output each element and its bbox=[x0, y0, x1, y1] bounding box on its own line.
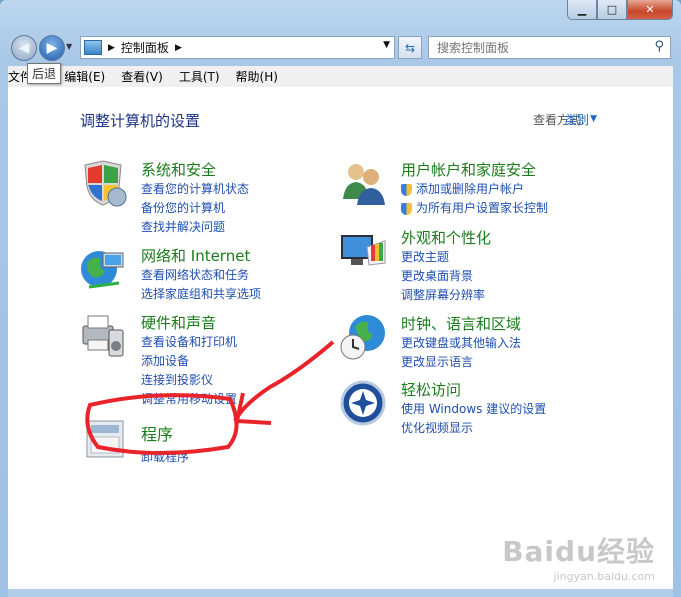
red-annotation bbox=[85, 340, 335, 455]
breadcrumb-arrow-icon[interactable]: ▶ bbox=[175, 43, 182, 53]
back-button[interactable]: ◀ bbox=[11, 35, 37, 61]
maximize-button[interactable]: □ bbox=[597, 0, 627, 20]
menu-edit[interactable]: 编辑(E) bbox=[64, 68, 105, 85]
menu-bar: 文件(F) 编辑(E) 查看(V) 工具(T) 帮助(H) bbox=[8, 66, 673, 88]
window-frame-bottom bbox=[8, 589, 673, 597]
close-button[interactable]: ✕ bbox=[627, 0, 673, 20]
arrow-right-icon: ▶ bbox=[46, 40, 58, 56]
minimize-button[interactable]: ▁ bbox=[567, 0, 597, 20]
chevron-down-icon: ▼ bbox=[66, 42, 73, 51]
watermark-brand: Baidu经验 bbox=[502, 535, 655, 568]
watermark-url: jingyan.baidu.com bbox=[553, 570, 655, 583]
control-panel-window: ▁ □ ✕ ◀ ▶ ▼ ▶ 控制面板 ▶ ▼ ⇆ ⚲ 文件(F) 编辑(E) 查… bbox=[0, 0, 681, 597]
navigation-bar: ◀ ▶ ▼ ▶ 控制面板 ▶ ▼ ⇆ ⚲ bbox=[0, 30, 681, 64]
menu-help[interactable]: 帮助(H) bbox=[236, 68, 278, 85]
refresh-icon: ⇆ bbox=[404, 40, 416, 55]
address-dropdown-icon[interactable]: ▼ bbox=[383, 40, 390, 50]
address-bar[interactable]: ▶ 控制面板 ▶ ▼ bbox=[80, 36, 395, 59]
back-tooltip: 后退 bbox=[27, 63, 62, 84]
breadcrumb-control-panel[interactable]: 控制面板 bbox=[121, 39, 169, 56]
recent-pages-dropdown[interactable]: ▼ bbox=[66, 42, 72, 51]
control-panel-icon bbox=[84, 40, 102, 55]
window-controls: ▁ □ ✕ bbox=[567, 0, 673, 20]
breadcrumb-arrow-icon[interactable]: ▶ bbox=[108, 43, 115, 53]
search-input[interactable] bbox=[435, 39, 649, 56]
main-content: 调整计算机的设置 查看方式: 类别 ▼ 系统和安全 查看您的计算机状态 备份您的… bbox=[8, 87, 673, 589]
search-icon[interactable]: ⚲ bbox=[654, 39, 664, 54]
arrow-left-icon: ◀ bbox=[18, 40, 30, 56]
watermark: Baidu经验 jingyan.baidu.com bbox=[502, 530, 655, 583]
refresh-button[interactable]: ⇆ bbox=[398, 36, 422, 59]
menu-tools[interactable]: 工具(T) bbox=[179, 68, 220, 85]
search-box[interactable]: ⚲ bbox=[428, 36, 671, 59]
forward-button[interactable]: ▶ bbox=[39, 35, 65, 61]
menu-view[interactable]: 查看(V) bbox=[121, 68, 163, 85]
